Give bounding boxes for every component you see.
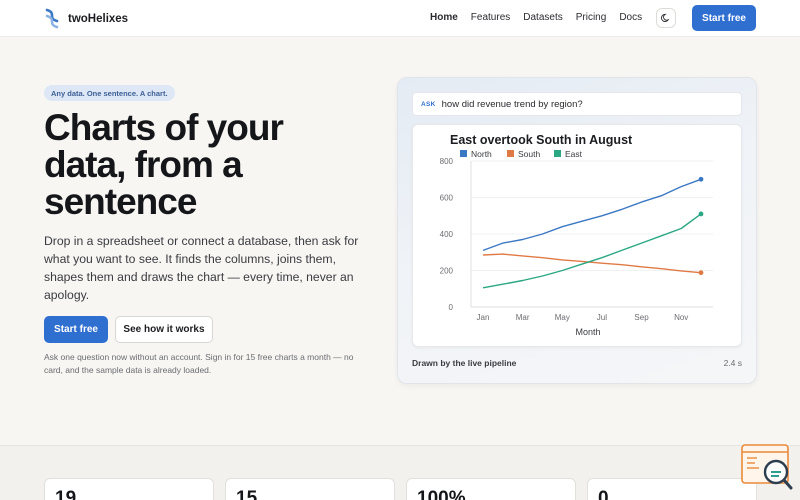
nav-link-docs[interactable]: Docs xyxy=(619,12,642,23)
top-nav: twoHelixes Home Features Datasets Pricin… xyxy=(0,0,800,37)
brand[interactable]: twoHelixes xyxy=(44,8,128,29)
x-tick-label: Mar xyxy=(516,313,530,322)
stat-card: 100% xyxy=(406,478,576,500)
y-tick-label: 400 xyxy=(440,230,454,239)
stat-value: 15 xyxy=(236,488,258,500)
nav-link-home[interactable]: Home xyxy=(430,12,458,23)
theme-toggle-button[interactable] xyxy=(656,8,676,28)
ask-tag: ASK xyxy=(421,100,436,108)
see-how-it-works-button[interactable]: See how it works xyxy=(115,316,213,343)
nav-links: Home Features Datasets Pricing Docs xyxy=(430,12,655,23)
x-tick-label: Jul xyxy=(597,313,607,322)
x-tick-label: Nov xyxy=(674,313,688,322)
render-time: 2.4 s xyxy=(723,358,742,368)
line-chart: East overtook South in August North South E… xyxy=(440,133,713,337)
stat-value: 0 xyxy=(598,488,609,500)
y-tick-label: 200 xyxy=(440,267,454,276)
tagline-pill: Any data. One sentence. A chart. xyxy=(44,85,175,101)
hero-title-line: data, from a xyxy=(44,144,243,185)
legend-swatch xyxy=(554,150,561,157)
x-tick-label: May xyxy=(555,313,570,322)
hero-description: Drop in a spreadsheet or connect a datab… xyxy=(44,234,359,302)
stat-card: 15 xyxy=(225,478,395,500)
y-tick-label: 800 xyxy=(440,157,454,166)
y-tick-label: 600 xyxy=(440,194,454,203)
series-line-east xyxy=(482,213,702,289)
search-analytics-icon[interactable] xyxy=(741,444,793,490)
helix-logo-icon xyxy=(45,8,59,29)
nav-start-free-button[interactable]: Start free xyxy=(692,5,756,31)
brand-name: twoHelixes xyxy=(68,12,129,25)
moon-icon xyxy=(661,13,670,22)
legend-label: East xyxy=(565,149,583,159)
pipeline-label: Drawn by the live pipeline xyxy=(412,358,517,368)
start-free-button[interactable]: Start free xyxy=(44,316,108,343)
legend-swatch xyxy=(460,150,467,157)
series-endpoint-east xyxy=(698,211,704,217)
stat-card: 19 xyxy=(44,478,214,500)
legend-label: South xyxy=(518,149,540,159)
series-line-south xyxy=(482,253,702,274)
series-endpoint-south xyxy=(698,270,704,276)
ask-bar[interactable]: ASK how did revenue trend by region? xyxy=(412,92,742,116)
x-axis-label: Month xyxy=(575,327,600,337)
fine-print: Ask one question now without an account.… xyxy=(44,352,354,375)
legend-label: North xyxy=(471,149,492,159)
stat-value: 100% xyxy=(417,488,466,500)
nav-link-pricing[interactable]: Pricing xyxy=(576,12,607,23)
stat-value: 19 xyxy=(55,488,77,500)
nav-link-features[interactable]: Features xyxy=(471,12,510,23)
demo-panel: ASK how did revenue trend by region? Eas… xyxy=(397,77,757,384)
y-tick-label: 0 xyxy=(449,303,454,312)
hero-title: Charts of your data, from a sentence xyxy=(44,109,364,220)
hero-title-line: Charts of your xyxy=(44,107,284,148)
hero-title-line: sentence xyxy=(44,181,197,222)
chart-card: East overtook South in August North South E… xyxy=(412,124,742,347)
nav-link-datasets[interactable]: Datasets xyxy=(523,12,562,23)
legend-swatch xyxy=(507,150,514,157)
series-endpoint-north xyxy=(698,176,704,182)
stat-card: 0 xyxy=(587,478,757,500)
ask-question: how did revenue trend by region? xyxy=(441,98,583,110)
series-line-north xyxy=(482,178,702,252)
chart-title: East overtook South in August xyxy=(450,133,633,147)
x-tick-label: Sep xyxy=(634,313,649,322)
x-tick-label: Jan xyxy=(477,313,490,322)
